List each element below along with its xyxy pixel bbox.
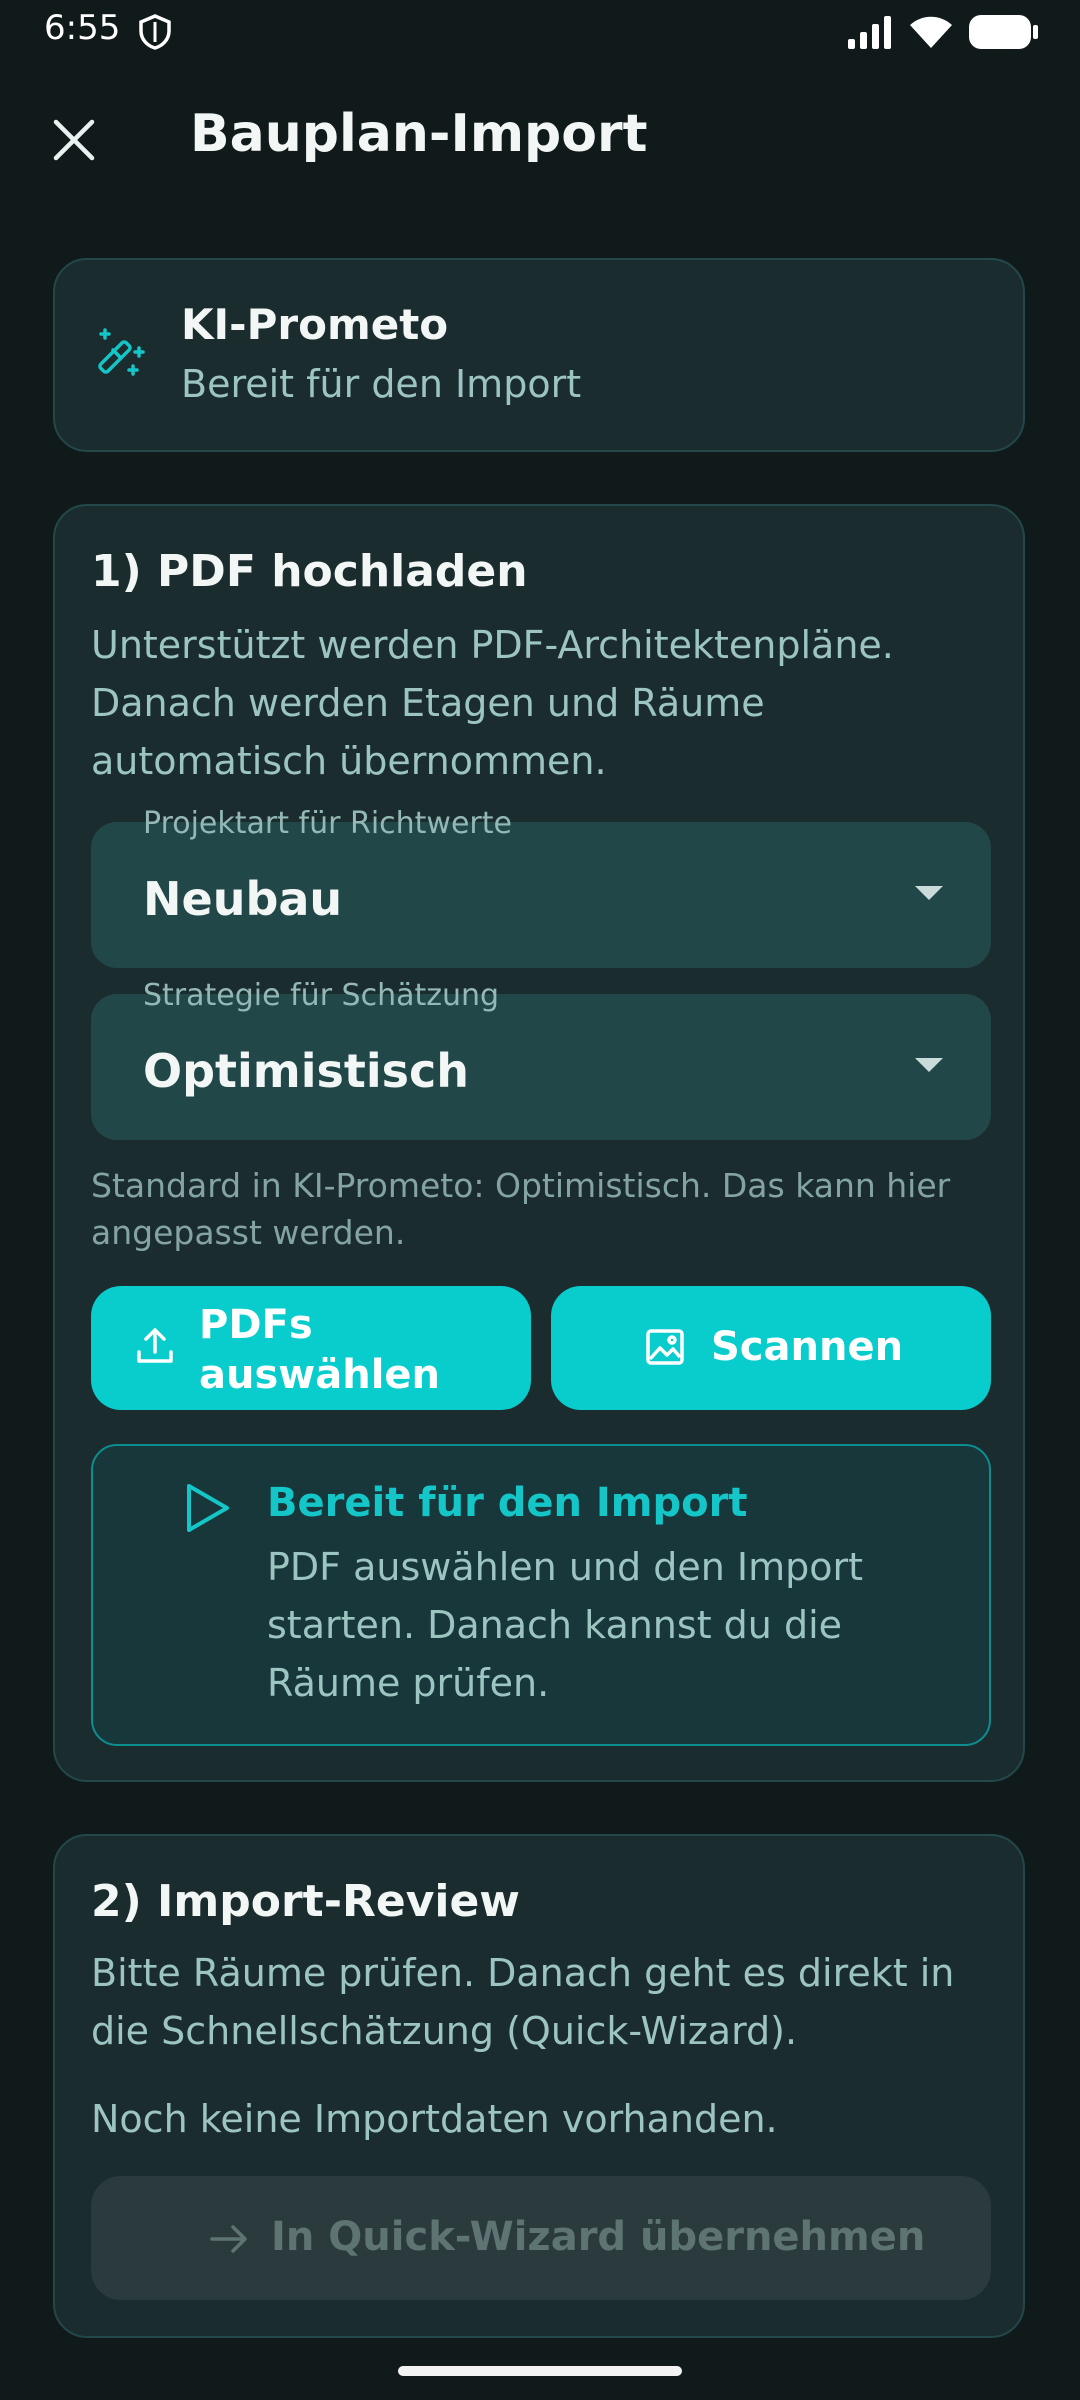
status-icons (846, 14, 1040, 54)
close-icon (53, 119, 95, 161)
home-indicator[interactable] (398, 2366, 682, 2376)
review-empty-text: Noch keine Importdaten vorhanden. (91, 2097, 778, 2141)
import-info-box: Bereit für den Import PDF auswählen und … (91, 1444, 991, 1746)
select-pdfs-label: PDFs auswählen (199, 1302, 441, 1398)
dropdown-arrow-icon (915, 886, 943, 900)
upload-section: 1) PDF hochladen Unterstützt werden PDF-… (53, 504, 1025, 1782)
scan-label: Scannen (711, 1324, 904, 1370)
hero-subtitle: Bereit für den Import (181, 362, 582, 406)
project-type-select[interactable]: Projektart für Richtwerte Neubau (91, 806, 991, 968)
shield-icon (138, 14, 172, 54)
dropdown-arrow-icon (915, 1058, 943, 1072)
strategy-label: Strategie für Schätzung (143, 978, 500, 1013)
info-text: PDF auswählen und den Import starten. Da… (267, 1545, 863, 1705)
close-button[interactable] (44, 110, 104, 170)
info-title: Bereit für den Import (267, 1480, 748, 1526)
quick-wizard-button[interactable]: In Quick-Wizard übernehmen (91, 2176, 991, 2300)
upload-description: Unterstützt werden PDF-Architektenpläne.… (91, 623, 894, 783)
upload-icon (135, 1326, 175, 1376)
review-section: 2) Import-Review Bitte Räume prüfen. Dan… (53, 1834, 1025, 2338)
play-icon (183, 1482, 231, 1538)
review-title: 2) Import-Review (91, 1876, 520, 1927)
signal-icon (846, 15, 894, 53)
strategy-hint: Standard in KI-Prometo: Optimistisch. Da… (91, 1166, 951, 1252)
arrow-right-icon (209, 2220, 249, 2266)
magic-wand-icon (93, 326, 149, 386)
wifi-icon (908, 14, 954, 54)
project-type-value: Neubau (143, 872, 343, 926)
page-title: Bauplan-Import (190, 104, 648, 164)
status-bar: 6:55 (0, 0, 1080, 64)
scan-button[interactable]: Scannen (551, 1286, 991, 1410)
strategy-select[interactable]: Strategie für Schätzung Optimistisch (91, 978, 991, 1140)
hero-title: KI-Prometo (181, 300, 449, 349)
project-type-label: Projektart für Richtwerte (143, 806, 512, 841)
review-description: Bitte Räume prüfen. Danach geht es direk… (91, 1951, 955, 2053)
status-time: 6:55 (44, 8, 121, 48)
battery-icon (968, 14, 1040, 54)
image-icon (645, 1328, 685, 1376)
status-card: KI-Prometo Bereit für den Import (53, 258, 1025, 452)
quick-wizard-label: In Quick-Wizard übernehmen (271, 2214, 926, 2260)
select-pdfs-button[interactable]: PDFs auswählen (91, 1286, 531, 1410)
app-bar: Bauplan-Import (0, 96, 1080, 180)
strategy-value: Optimistisch (143, 1044, 470, 1098)
upload-title: 1) PDF hochladen (91, 546, 528, 597)
